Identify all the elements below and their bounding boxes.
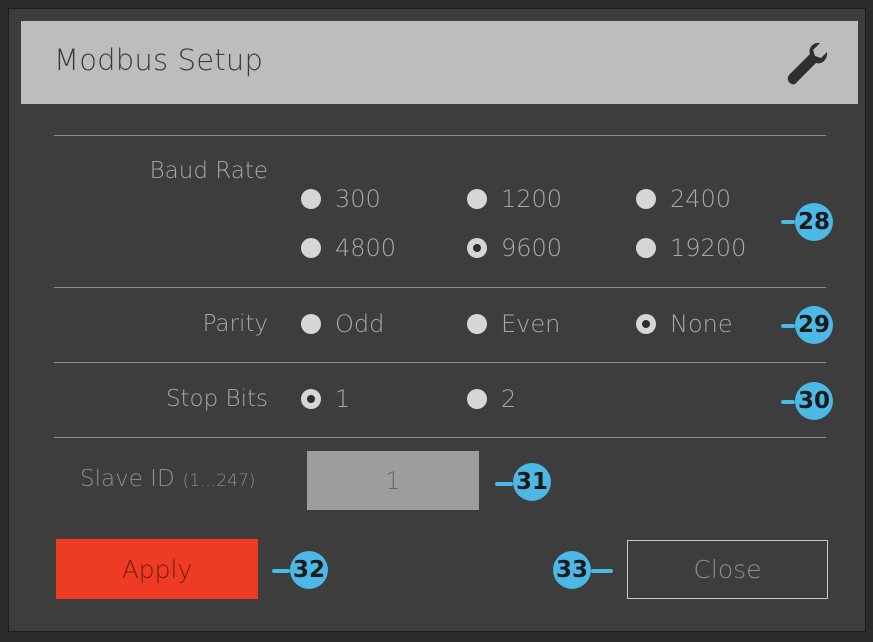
slave-id-input[interactable] — [307, 451, 479, 510]
baud-option-label: 1200 — [501, 185, 563, 213]
radio-19200[interactable] — [636, 238, 656, 258]
callout-badge-28: 28 — [795, 203, 834, 241]
callout-badge-30: 30 — [795, 382, 834, 420]
baud-option-300[interactable]: 300 — [301, 185, 381, 213]
radio-2400[interactable] — [636, 189, 656, 209]
slave-id-label: Slave ID (1...247) — [80, 466, 255, 492]
baud-option-label: 4800 — [335, 234, 397, 262]
baud-option-label: 9600 — [501, 234, 563, 262]
badge-33-leader — [591, 569, 613, 573]
stop-bits-option-label: 2 — [501, 385, 517, 413]
dialog-title: Modbus Setup — [54, 43, 264, 77]
radio-stop-2[interactable] — [467, 389, 487, 409]
stop-bits-option-1[interactable]: 1 — [301, 385, 350, 413]
callout-badge-32: 32 — [290, 551, 329, 589]
stop-bits-option-label: 1 — [335, 385, 351, 413]
divider-baud — [54, 287, 826, 288]
stop-bits-label: Stop Bits — [165, 386, 268, 412]
apply-button[interactable]: Apply — [56, 539, 258, 599]
radio-300[interactable] — [301, 189, 321, 209]
radio-1200[interactable] — [467, 189, 487, 209]
radio-4800[interactable] — [301, 238, 321, 258]
parity-option-label: None — [670, 310, 733, 338]
parity-option-odd[interactable]: Odd — [301, 310, 384, 338]
dialog-titlebar: Modbus Setup — [21, 21, 858, 104]
radio-odd[interactable] — [301, 314, 321, 334]
baud-option-19200[interactable]: 19200 — [636, 234, 746, 262]
baud-option-label: 300 — [335, 185, 381, 213]
parity-option-even[interactable]: Even — [467, 310, 560, 338]
baud-option-label: 19200 — [670, 234, 747, 262]
wrench-icon[interactable] — [782, 39, 830, 87]
close-button[interactable]: Close — [627, 540, 828, 599]
baud-option-1200[interactable]: 1200 — [467, 185, 562, 213]
callout-badge-31: 31 — [513, 463, 552, 501]
badge-32-leader — [272, 569, 290, 573]
stop-bits-option-2[interactable]: 2 — [467, 385, 516, 413]
badge-28-leader — [781, 220, 795, 224]
slave-id-range: (1...247) — [182, 471, 256, 491]
divider-parity — [54, 362, 826, 363]
divider-top — [54, 135, 826, 136]
parity-option-none[interactable]: None — [636, 310, 733, 338]
baud-option-label: 2400 — [670, 185, 732, 213]
baud-option-9600[interactable]: 9600 — [467, 234, 562, 262]
baud-rate-label: Baud Rate — [149, 158, 268, 184]
callout-badge-33: 33 — [553, 551, 592, 589]
parity-option-label: Even — [501, 310, 561, 338]
badge-30-leader — [781, 400, 795, 404]
radio-9600-selected[interactable] — [467, 238, 487, 258]
radio-stop-1-selected[interactable] — [301, 389, 321, 409]
parity-option-label: Odd — [335, 310, 385, 338]
divider-stopbits — [54, 437, 826, 438]
badge-29-leader — [781, 324, 795, 328]
slave-id-label-text: Slave ID — [80, 466, 175, 492]
badge-31-leader — [495, 482, 513, 486]
parity-label: Parity — [202, 311, 268, 337]
baud-option-4800[interactable]: 4800 — [301, 234, 396, 262]
baud-option-2400[interactable]: 2400 — [636, 185, 731, 213]
radio-none-selected[interactable] — [636, 314, 656, 334]
radio-even[interactable] — [467, 314, 487, 334]
callout-badge-29: 29 — [795, 306, 834, 344]
